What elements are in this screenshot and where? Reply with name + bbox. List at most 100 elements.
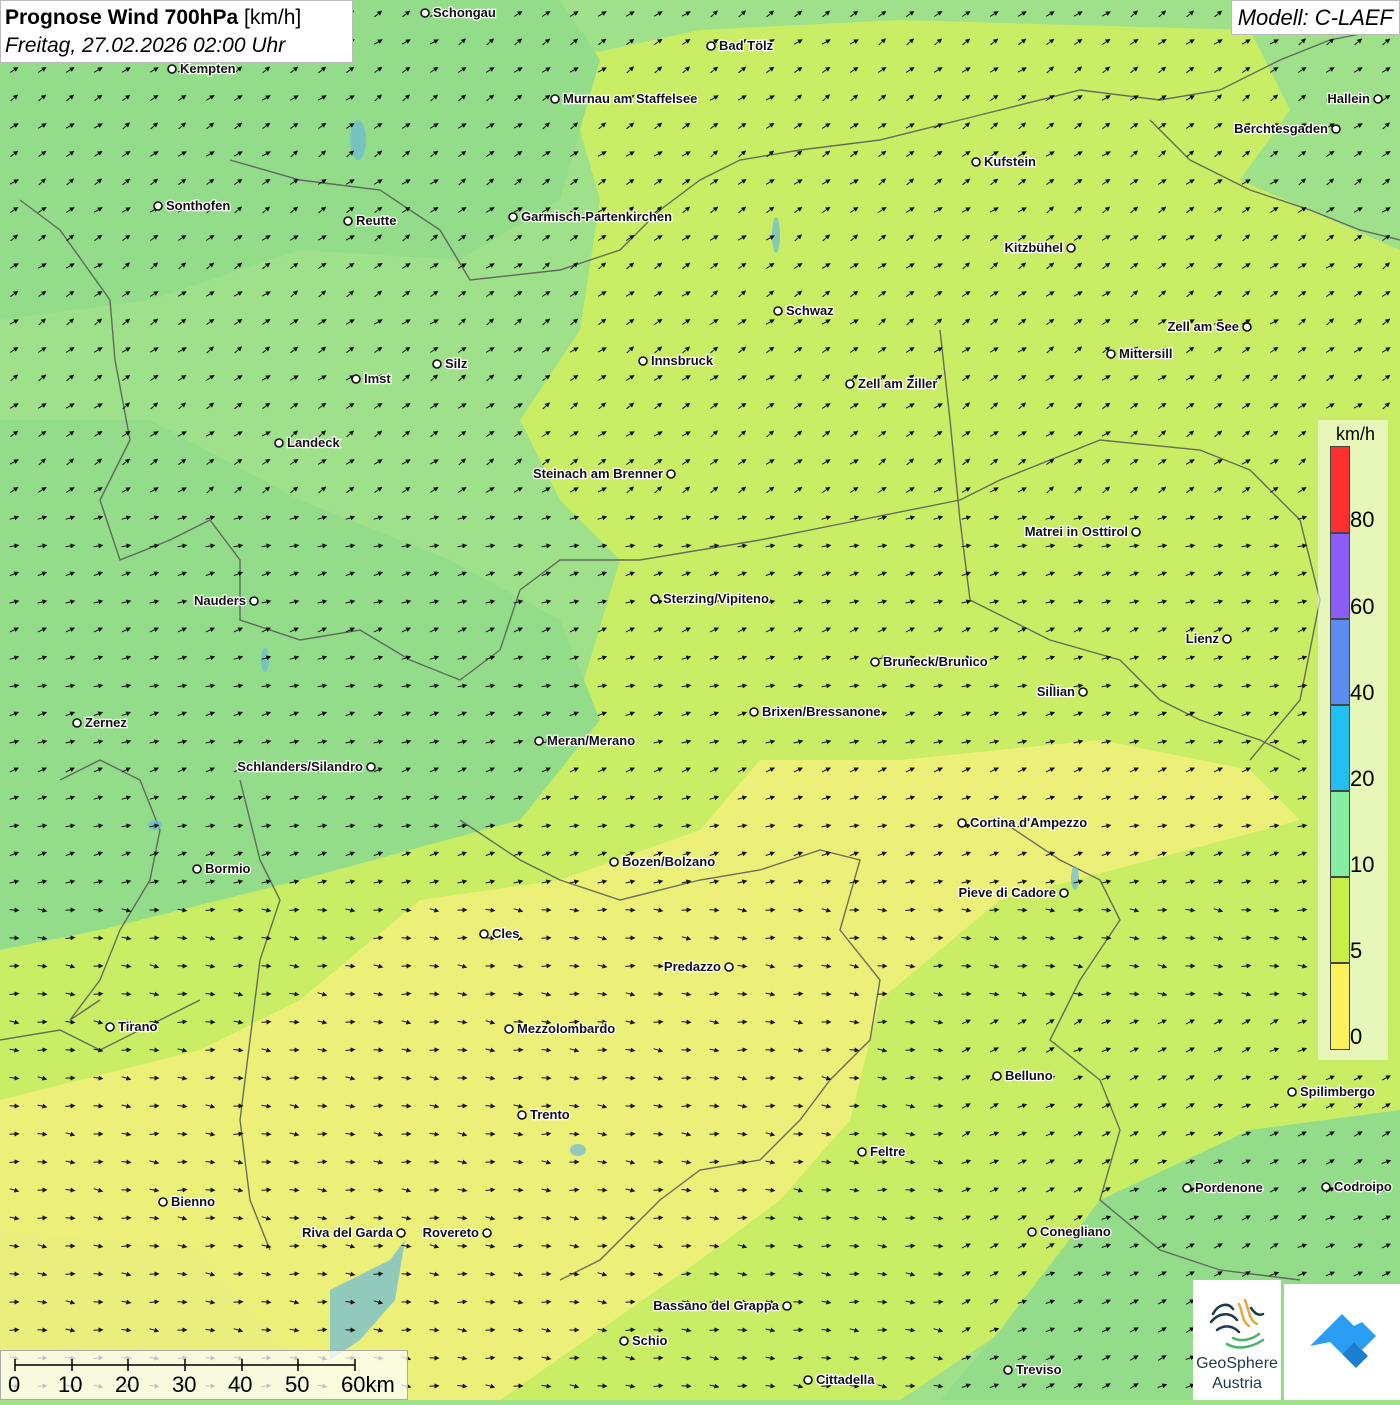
geosphere-logo[interactable]: GeoSphere Austria bbox=[1193, 1280, 1281, 1400]
city-marker bbox=[750, 708, 758, 716]
scale-label-50: 50 bbox=[285, 1372, 309, 1398]
wind-arrow bbox=[94, 1162, 103, 1163]
city-marker bbox=[1243, 323, 1251, 331]
legend-bin-0 bbox=[1330, 963, 1350, 1050]
city-label: Matrei in Osttirol bbox=[1025, 524, 1128, 539]
wind-arrow bbox=[598, 1246, 607, 1247]
city-marker bbox=[1107, 350, 1115, 358]
city-bozen-bolzano: Bozen/Bolzano bbox=[610, 854, 715, 869]
city-label: Zernez bbox=[85, 715, 127, 730]
city-marker bbox=[639, 357, 647, 365]
legend-bin-20 bbox=[1330, 705, 1350, 791]
wind-arrow bbox=[486, 994, 495, 995]
city-garmisch-partenkirchen: Garmisch-Partenkirchen bbox=[509, 209, 672, 224]
wind-arrow bbox=[934, 1246, 943, 1247]
city-label: Codroipo bbox=[1334, 1179, 1392, 1194]
city-marker bbox=[783, 1302, 791, 1310]
city-label: Predazzo bbox=[664, 959, 721, 974]
city-marker bbox=[1028, 1228, 1036, 1236]
wind-arrow bbox=[1186, 938, 1195, 939]
city-label: Murnau am Staffelsee bbox=[563, 91, 697, 106]
city-matrei-in-osttirol: Matrei in Osttirol bbox=[1025, 524, 1140, 539]
wind-arrow bbox=[290, 1022, 299, 1023]
city-sterzing-vipiteno: Sterzing/Vipiteno bbox=[651, 591, 769, 606]
city-marker bbox=[397, 1229, 405, 1237]
scale-label-60km: 60km bbox=[341, 1372, 395, 1398]
city-marker bbox=[433, 360, 441, 368]
legend-bin-60 bbox=[1330, 533, 1350, 619]
city-marker bbox=[725, 963, 733, 971]
city-label: Belluno bbox=[1005, 1068, 1053, 1083]
map-title-main: Prognose Wind 700hPa bbox=[5, 6, 238, 29]
wind-arrow bbox=[598, 1190, 607, 1191]
city-marker bbox=[707, 42, 715, 50]
scale-label-20: 20 bbox=[115, 1372, 139, 1398]
city-label: Silz bbox=[445, 356, 468, 371]
city-marker bbox=[610, 858, 618, 866]
city-label: Zell am Ziller bbox=[858, 376, 937, 391]
wind-arrow bbox=[318, 966, 327, 967]
legend-unit: km/h bbox=[1336, 424, 1375, 445]
city-marker bbox=[972, 158, 980, 166]
wind-arrow bbox=[682, 910, 691, 911]
city-cortina-d-ampezzo: Cortina d'Ampezzo bbox=[958, 815, 1087, 830]
city-riva-del-garda: Riva del Garda bbox=[302, 1225, 405, 1240]
scale-label-10: 10 bbox=[58, 1372, 82, 1398]
scale-label-40: 40 bbox=[228, 1372, 252, 1398]
city-marker bbox=[993, 1072, 1001, 1080]
city-label: Bad Tölz bbox=[719, 38, 774, 53]
wind-arrow bbox=[1186, 994, 1195, 995]
city-marker bbox=[344, 217, 352, 225]
app-logo[interactable] bbox=[1284, 1284, 1400, 1400]
city-schlanders-silandro: Schlanders/Silandro bbox=[237, 759, 375, 774]
city-label: Treviso bbox=[1016, 1362, 1062, 1377]
wind-arrow bbox=[794, 1106, 803, 1107]
city-marker bbox=[509, 213, 517, 221]
city-brixen-bressanone: Brixen/Bressanone bbox=[750, 704, 881, 719]
geosphere-name: GeoSphere bbox=[1193, 1355, 1281, 1373]
city-label: Sterzing/Vipiteno bbox=[663, 591, 769, 606]
wind-arrow bbox=[850, 938, 859, 939]
wind-arrow bbox=[66, 1274, 75, 1275]
legend-label-60: 60 bbox=[1350, 594, 1374, 620]
city-sonthofen: Sonthofen bbox=[154, 198, 230, 213]
scale-label-30: 30 bbox=[172, 1372, 196, 1398]
city-label: Bienno bbox=[171, 1194, 215, 1209]
city-marker bbox=[518, 1111, 526, 1119]
wind-arrow bbox=[94, 1106, 103, 1107]
wind-arrow bbox=[570, 1358, 579, 1359]
city-marker bbox=[1332, 125, 1340, 133]
wind-arrow bbox=[738, 1386, 747, 1387]
city-label: Lienz bbox=[1186, 631, 1220, 646]
city-marker bbox=[551, 95, 559, 103]
city-conegliano: Conegliano bbox=[1028, 1224, 1111, 1239]
wind-arrow bbox=[766, 1274, 775, 1275]
wind-arrow bbox=[66, 1218, 75, 1219]
city-marker bbox=[73, 719, 81, 727]
city-label: Garmisch-Partenkirchen bbox=[521, 209, 672, 224]
city-marker bbox=[620, 1337, 628, 1345]
wind-arrow bbox=[766, 1218, 775, 1219]
city-marker bbox=[1067, 244, 1075, 252]
city-marker bbox=[1183, 1184, 1191, 1192]
city-label: Kempten bbox=[180, 61, 236, 76]
wind-arrow bbox=[934, 1302, 943, 1303]
city-steinach-am-brenner: Steinach am Brenner bbox=[533, 466, 675, 481]
wind-arrow bbox=[234, 1302, 243, 1303]
city-mezzolombardo: Mezzolombardo bbox=[505, 1021, 615, 1036]
city-marker bbox=[193, 865, 201, 873]
city-label: Steinach am Brenner bbox=[533, 466, 663, 481]
city-marker bbox=[1223, 635, 1231, 643]
model-label: Modell: C-LAEF bbox=[1231, 0, 1400, 35]
legend-label-5: 5 bbox=[1350, 938, 1362, 964]
city-label: Bormio bbox=[205, 861, 251, 876]
forecast-datetime: Freitag, 27.02.2026 02:00 Uhr bbox=[5, 32, 348, 60]
city-marker bbox=[1060, 889, 1068, 897]
wind-arrow bbox=[570, 1302, 579, 1303]
geosphere-sub: Austria bbox=[1193, 1375, 1281, 1393]
city-label: Conegliano bbox=[1040, 1224, 1111, 1239]
city-label: Cittadella bbox=[816, 1372, 875, 1387]
legend-label-10: 10 bbox=[1350, 852, 1374, 878]
wind-arrow bbox=[458, 1106, 467, 1107]
wind-map: SchongauBad TölzKemptenMurnau am Staffel… bbox=[0, 0, 1400, 1400]
